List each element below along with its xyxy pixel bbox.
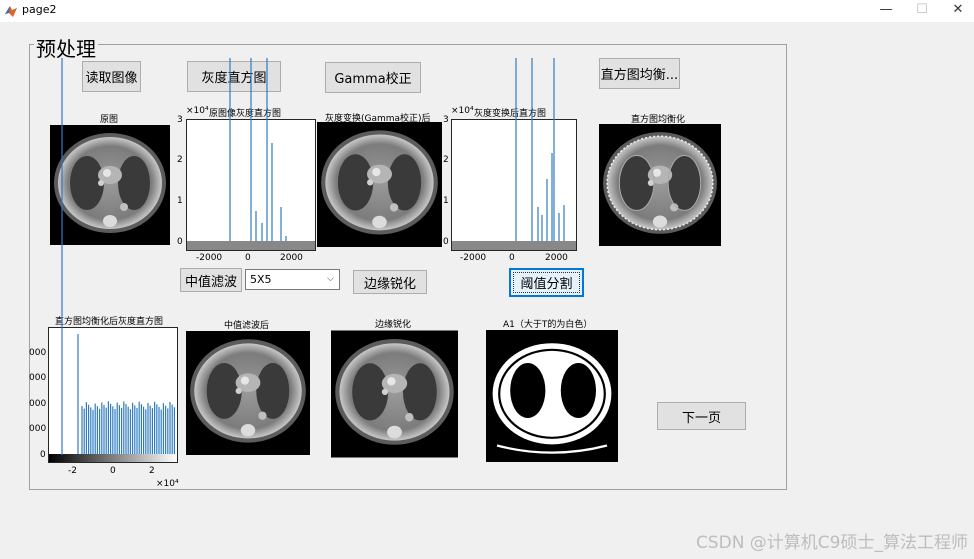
watermark: CSDN @计算机C9硕士_算法工程师 bbox=[695, 533, 968, 553]
overflow-lines bbox=[61, 58, 555, 455]
